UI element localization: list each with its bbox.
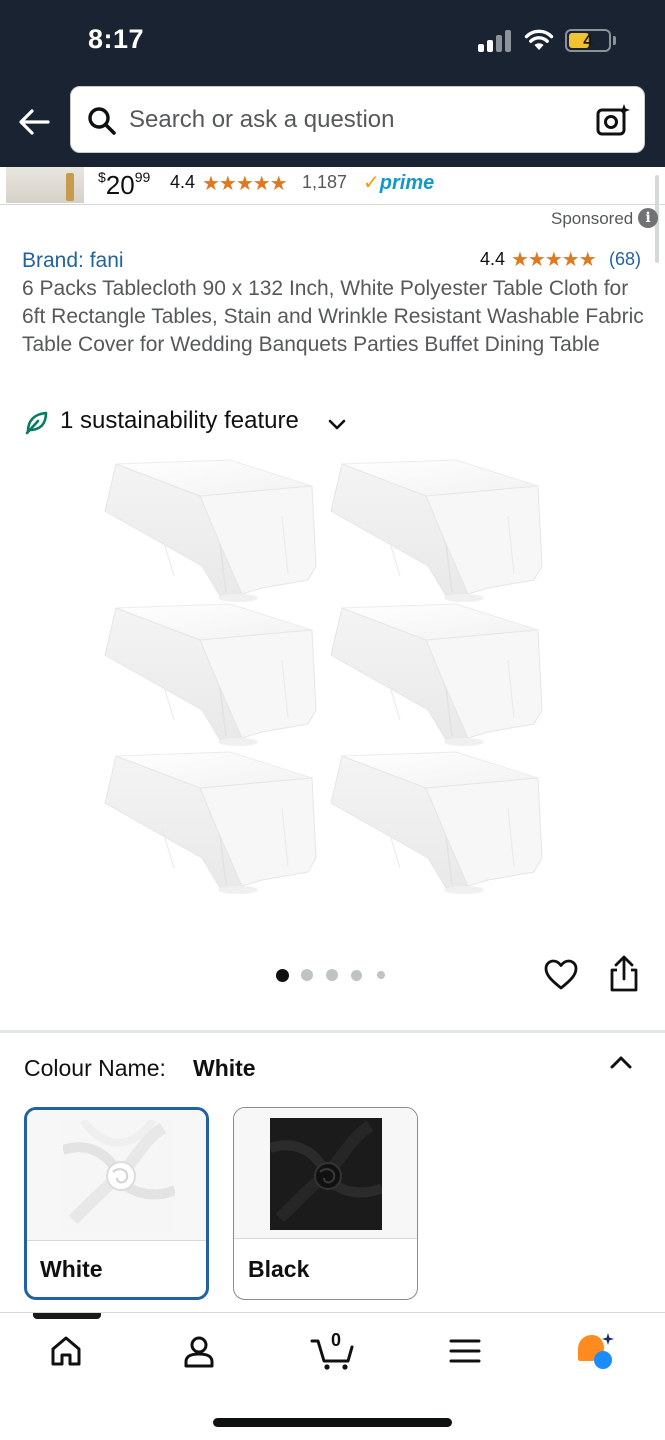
rating-stars-icon[interactable]: ★★★★★ — [511, 247, 597, 272]
rufus-assistant-icon[interactable] — [574, 1331, 618, 1371]
strip-price: $2099 — [98, 169, 151, 200]
search-bar[interactable] — [70, 86, 645, 153]
battery-icon: 4 — [565, 29, 611, 52]
share-icon[interactable] — [606, 955, 642, 993]
sponsored-label: Sponsored — [551, 209, 634, 228]
product-title: 6 Packs Tablecloth 90 x 132 Inch, White … — [22, 277, 644, 356]
colour-swatch-black[interactable]: Black — [233, 1107, 418, 1300]
search-icon — [88, 107, 116, 135]
product-rating: 4.4 — [480, 249, 506, 269]
brand-link[interactable]: Brand: fani — [22, 249, 124, 273]
search-input[interactable] — [129, 87, 569, 152]
gallery-dot[interactable] — [351, 970, 362, 981]
gallery-dot[interactable] — [301, 969, 313, 981]
sustainability-text: 1 sustainability feature — [60, 407, 299, 434]
strip-rating-count: 1,187 — [302, 172, 348, 192]
camera-search-icon[interactable] — [595, 102, 631, 138]
menu-icon[interactable] — [447, 1333, 483, 1369]
info-icon[interactable]: i — [638, 208, 658, 228]
home-icon[interactable] — [48, 1333, 84, 1369]
colour-name-value: White — [193, 1055, 256, 1081]
gallery-dot[interactable] — [377, 971, 385, 979]
prime-badge: ✓prime — [363, 172, 435, 194]
home-indicator — [213, 1418, 452, 1427]
rating-count-link[interactable]: (68) — [609, 249, 641, 270]
leaf-icon — [25, 411, 48, 435]
section-divider — [0, 1030, 665, 1033]
gallery-dot[interactable] — [326, 969, 338, 981]
heart-icon[interactable] — [543, 957, 579, 993]
status-time: 8:17 — [88, 24, 145, 54]
chevron-up-icon[interactable] — [606, 1048, 636, 1078]
wifi-icon — [524, 29, 554, 50]
strip-product-thumbnail[interactable] — [6, 167, 84, 203]
colour-swatch-label: Black — [248, 1256, 310, 1282]
cart-count: 0 — [330, 1330, 341, 1350]
colour-name-label: Colour Name: — [24, 1055, 166, 1081]
tablecloth-product-image[interactable] — [0, 448, 665, 958]
colour-swatch-label: White — [40, 1256, 103, 1282]
battery-level: 4 — [583, 31, 593, 50]
chevron-down-icon — [328, 419, 346, 430]
back-arrow-icon[interactable] — [16, 104, 52, 140]
strip-stars-icon: ★★★★★ — [202, 173, 288, 195]
sponsored-product-strip[interactable]: $2099 4.4 ★★★★★ 1,187 ✓prime — [0, 167, 665, 205]
black-fabric-image — [270, 1118, 382, 1230]
white-fabric-image — [63, 1120, 175, 1232]
cellular-signal-icon — [478, 30, 514, 52]
top-bar: 8:17 4 — [0, 0, 665, 167]
product-image-gallery[interactable] — [0, 448, 665, 958]
account-icon[interactable] — [181, 1333, 217, 1369]
active-tab-indicator — [33, 1313, 101, 1319]
strip-rating: 4.4 — [170, 172, 196, 192]
gallery-dot-active[interactable] — [276, 969, 289, 982]
colour-swatch-white[interactable]: White — [24, 1107, 209, 1300]
